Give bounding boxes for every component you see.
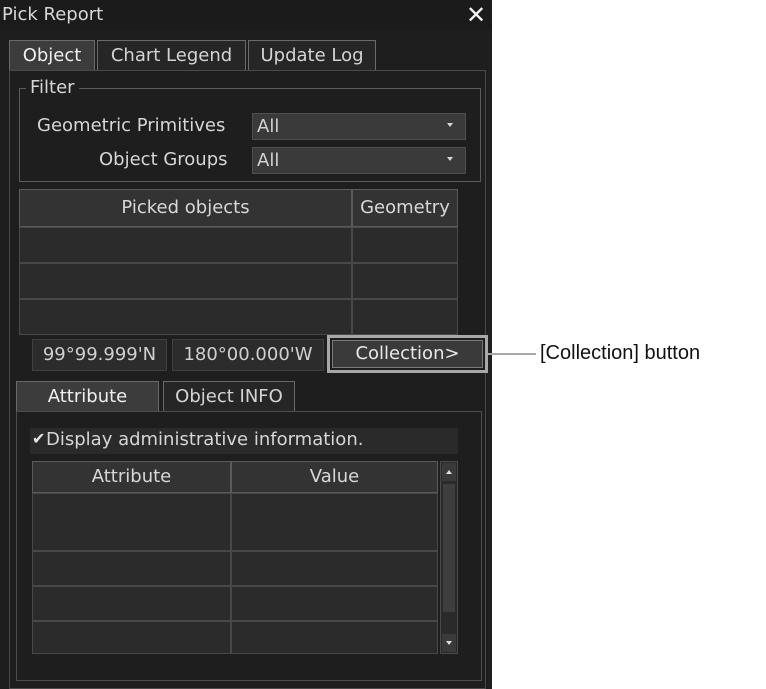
object-groups-value: All — [257, 150, 280, 171]
scrollbar-thumb[interactable] — [443, 484, 455, 612]
table-row[interactable] — [32, 493, 231, 551]
picked-objects-header[interactable]: Picked objects — [19, 189, 352, 227]
object-groups-select[interactable]: All — [252, 147, 466, 174]
geometric-primitives-value: All — [257, 116, 280, 137]
table-row[interactable] — [19, 263, 352, 299]
title-bar: Pick Report ✕ — [0, 0, 492, 30]
table-cell[interactable] — [231, 586, 438, 621]
latitude-readout: 99°99.999'N — [32, 339, 167, 371]
tab-update-log[interactable]: Update Log — [248, 40, 376, 70]
scroll-up-button[interactable] — [442, 463, 456, 481]
table-cell[interactable] — [352, 299, 458, 335]
table-cell[interactable] — [352, 263, 458, 299]
table-row[interactable] — [32, 621, 231, 654]
collection-button-highlight — [327, 335, 488, 373]
table-row[interactable] — [32, 586, 231, 621]
check-icon[interactable]: ✔ — [32, 429, 45, 448]
table-cell[interactable] — [231, 621, 438, 654]
geometric-primitives-select[interactable]: All — [252, 113, 466, 140]
attribute-table-scrollbar[interactable] — [440, 461, 458, 654]
scroll-up-icon — [446, 470, 452, 474]
callout-leader-line — [488, 353, 536, 355]
object-groups-label: Object Groups — [99, 149, 228, 170]
admin-info-checkbox-label: Display administrative information. — [46, 429, 364, 450]
tab-object[interactable]: Object — [9, 40, 95, 70]
geometric-primitives-label: Geometric Primitives — [37, 115, 226, 136]
tab-chart-legend[interactable]: Chart Legend — [97, 40, 246, 70]
admin-info-checkbox-row[interactable]: ✔ Display administrative information. — [30, 428, 458, 454]
table-cell[interactable] — [231, 551, 438, 586]
tab-object-info[interactable]: Object INFO — [163, 381, 295, 411]
table-row[interactable] — [32, 551, 231, 586]
table-cell[interactable] — [352, 227, 458, 263]
longitude-readout: 180°00.000'W — [172, 339, 324, 371]
scroll-down-icon — [446, 641, 452, 645]
close-icon[interactable]: ✕ — [463, 2, 489, 28]
filter-legend: Filter — [26, 77, 79, 99]
table-row[interactable] — [19, 299, 352, 335]
collection-button-callout: [Collection] button — [540, 342, 701, 364]
scroll-down-button[interactable] — [442, 634, 456, 652]
window-title: Pick Report — [2, 4, 104, 25]
chevron-down-icon — [447, 157, 453, 161]
table-cell[interactable] — [231, 493, 438, 551]
tab-attribute[interactable]: Attribute — [16, 381, 159, 411]
value-header[interactable]: Value — [231, 461, 438, 493]
chevron-down-icon — [447, 123, 453, 127]
table-row[interactable] — [19, 227, 352, 263]
attribute-header[interactable]: Attribute — [32, 461, 231, 493]
geometry-header[interactable]: Geometry — [352, 189, 458, 227]
